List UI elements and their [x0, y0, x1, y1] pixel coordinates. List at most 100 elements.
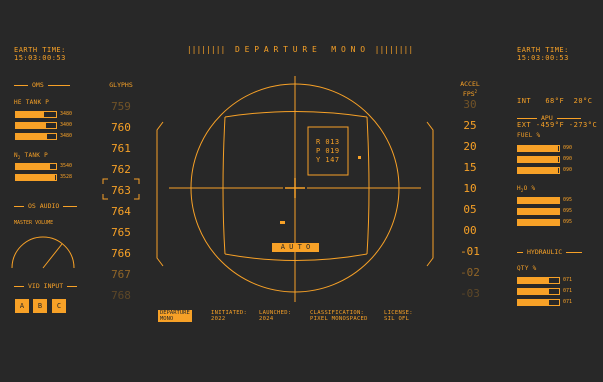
he-tank-bar	[15, 133, 57, 140]
h2o-bar-fill	[518, 198, 558, 203]
attitude-readout: R 013 P 019 Y 147	[316, 138, 340, 165]
h2o-value: 095	[563, 197, 573, 203]
n2-tank-bar	[15, 174, 57, 181]
accel-tick: 20	[463, 140, 477, 153]
master-volume-label: MASTER VOLUME	[14, 220, 54, 226]
accel-tick: 10	[463, 182, 477, 195]
accel-title: ACCEL FPS2	[460, 80, 480, 99]
apu-section-title: APU	[517, 115, 597, 122]
os-audio-section-title: OS AUDIO	[14, 203, 84, 210]
fuel-bar-fill	[518, 146, 557, 151]
fuel-label: FUEL %	[517, 132, 541, 139]
he-tank-bar-fill	[16, 112, 44, 117]
footer-classification: CLASSIFICATION: PIXEL MONOSPACED	[310, 310, 368, 322]
glyph-item[interactable]: 768	[103, 290, 139, 302]
vid-input-button-c[interactable]: C	[52, 299, 66, 313]
fuel-bar	[517, 167, 560, 174]
h2o-bar-fill	[518, 220, 558, 225]
glyph-item[interactable]: 762	[103, 164, 139, 176]
earth-time-left: EARTH TIME: 15:03:00:53	[14, 46, 66, 62]
n2-tank-value: 3528	[60, 174, 73, 180]
earth-time-value: 15:03:00:53	[14, 54, 66, 62]
footer-launched: LAUNCHED: 2024	[259, 310, 292, 322]
hydraulic-qty-bar	[517, 277, 560, 284]
accel-tick: -02	[460, 266, 480, 279]
glyph-item[interactable]: 761	[103, 143, 139, 155]
accel-tick: 15	[463, 161, 477, 174]
apu-title: APU	[541, 114, 553, 122]
n2-tank-bar-fill	[16, 175, 54, 180]
n2-tank-bar-fill	[16, 164, 49, 169]
earth-time-label: EARTH TIME:	[517, 46, 569, 54]
h2o-bar	[517, 219, 560, 226]
n2-tank-value: 3540	[60, 163, 73, 169]
earth-time-right: EARTH TIME: 15:03:00:53	[517, 46, 569, 62]
hud-left-bracket	[156, 121, 164, 267]
he-tank-value: 3400	[60, 122, 73, 128]
vid-input-button-b[interactable]: B	[33, 299, 47, 313]
roll-value: R 013	[316, 138, 340, 146]
he-tank-label: HE TANK P	[14, 99, 50, 106]
h2o-value: 095	[563, 219, 573, 225]
hydraulic-qty-bar-fill	[518, 300, 548, 305]
he-tank-bar	[15, 122, 57, 129]
volume-needle	[42, 243, 63, 269]
glyphs-title: GLYPHS	[109, 81, 133, 89]
glyph-item[interactable]: 759	[103, 101, 139, 113]
h2o-label: H2O %	[517, 185, 536, 194]
accel-tick: 25	[463, 119, 477, 132]
glyph-item[interactable]: 765	[103, 227, 139, 239]
he-tank-value: 3480	[60, 133, 73, 139]
fuel-value: 090	[563, 156, 573, 162]
yaw-value: Y 147	[316, 156, 340, 164]
h2o-bar-fill	[518, 209, 558, 214]
os-audio-title: OS AUDIO	[28, 202, 60, 210]
hydraulic-title: HYDRAULIC	[527, 248, 563, 256]
accel-tick: 30	[463, 98, 477, 111]
int-temp-row: INT 68°F 20°C	[517, 97, 593, 105]
ext-temp-row: EXT -459°F -273°C	[517, 121, 598, 129]
oms-title: OMS	[32, 81, 44, 89]
earth-time-label: EARTH TIME:	[14, 46, 66, 54]
auto-mode-badge[interactable]: A U T O	[272, 243, 319, 252]
h2o-bar	[517, 197, 560, 204]
footer-badge: DEPARTURE MONO	[158, 310, 192, 322]
n2-tank-bar	[15, 163, 57, 170]
env-readout: INT 68°F 20°C EXT -459°F -273°C	[517, 81, 597, 137]
vid-input-section-title: VID INPUT	[14, 283, 84, 290]
earth-time-value: 15:03:00:53	[517, 54, 569, 62]
hydraulic-qty-value: 071	[563, 299, 573, 305]
glyph-item[interactable]: 767	[103, 269, 139, 281]
hydraulic-qty-value: 071	[563, 288, 573, 294]
n2-tank-label: N2 TANK P	[14, 152, 49, 161]
fuel-bar-fill	[518, 157, 557, 162]
glyph-selection-bracket	[102, 178, 140, 200]
hud-display	[156, 76, 434, 302]
glyph-item[interactable]: 766	[103, 248, 139, 260]
hud-right-bracket	[426, 121, 434, 267]
glyph-item[interactable]: 764	[103, 206, 139, 218]
vid-input-button-a[interactable]: A	[15, 299, 29, 313]
hydraulic-qty-bar	[517, 288, 560, 295]
he-tank-bar	[15, 111, 57, 118]
fuel-bar	[517, 156, 560, 163]
fuel-value: 090	[563, 167, 573, 173]
pitch-value: P 019	[316, 147, 340, 155]
he-tank-bar-fill	[16, 123, 45, 128]
footer-license: LICENSE: SIL OFL	[384, 310, 413, 322]
hydraulic-section-title: HYDRAULIC	[517, 249, 603, 256]
master-volume-dial[interactable]	[10, 232, 76, 272]
fuel-bar-fill	[518, 168, 557, 173]
he-tank-value: 3480	[60, 111, 73, 117]
glyph-item[interactable]: 760	[103, 122, 139, 134]
accel-tick: 05	[463, 203, 477, 216]
hydraulic-qty-value: 071	[563, 277, 573, 283]
vid-input-title: VID INPUT	[28, 282, 64, 290]
hydraulic-qty-bar-fill	[518, 289, 548, 294]
app-title: |||||||| D E P A R T U R E M O N O |||||…	[186, 45, 414, 54]
fuel-bar	[517, 145, 560, 152]
hydraulic-qty-bar	[517, 299, 560, 306]
accel-tick: -03	[460, 287, 480, 300]
fuel-value: 090	[563, 145, 573, 151]
h2o-value: 095	[563, 208, 573, 214]
